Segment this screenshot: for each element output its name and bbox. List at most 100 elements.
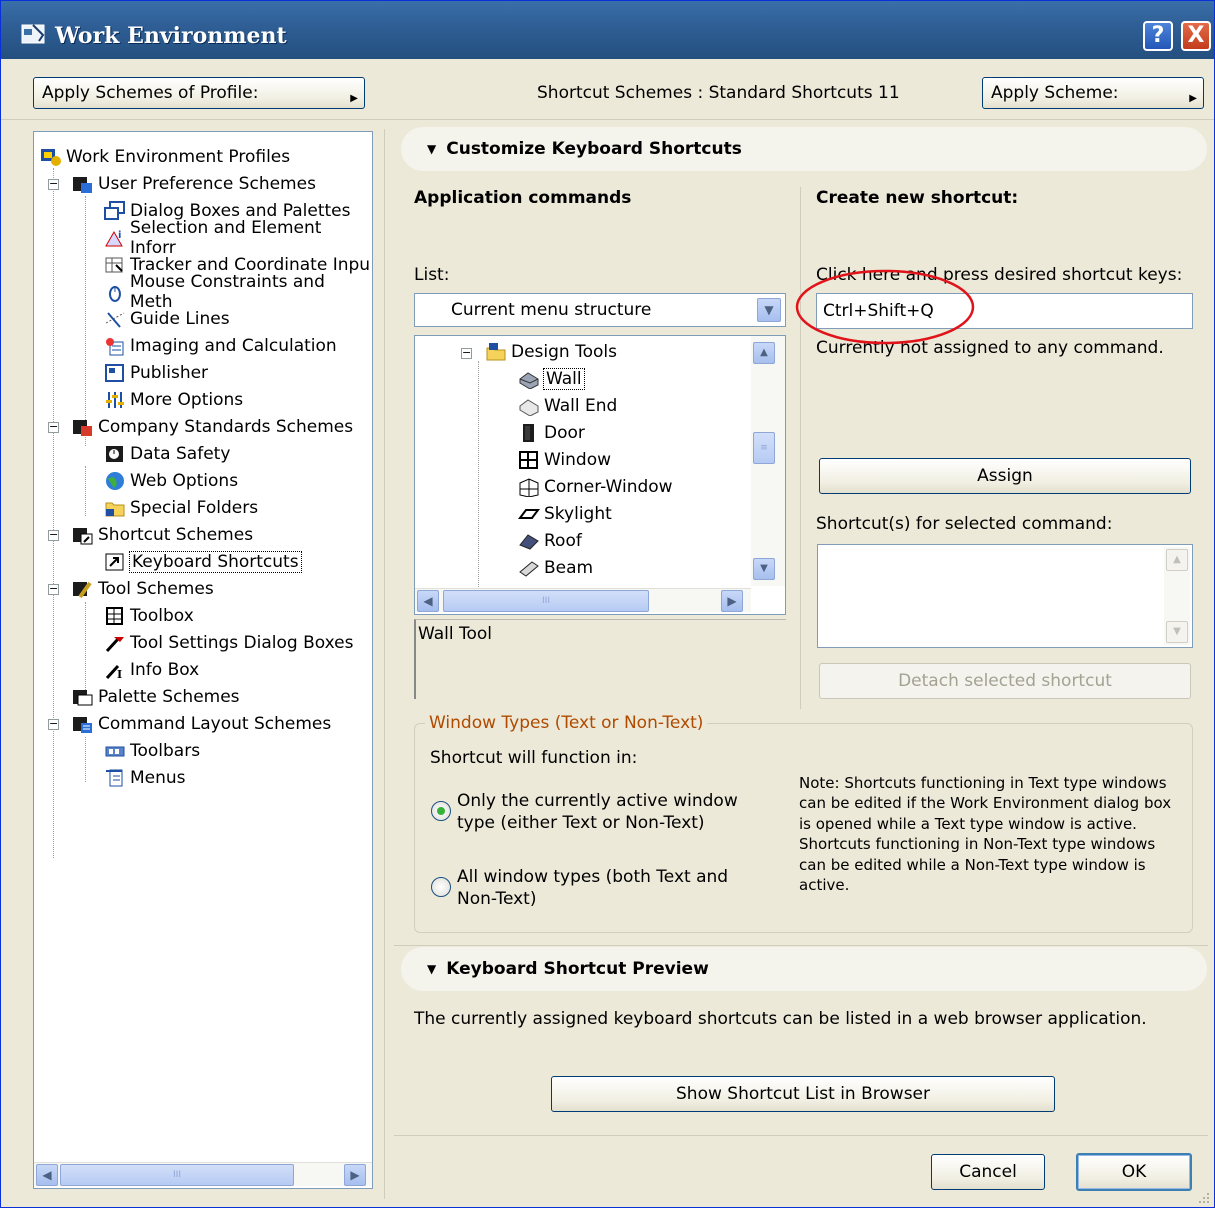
tree-item-menus[interactable]: Menus [104,765,186,791]
scroll-up-icon[interactable]: ▲ [753,342,775,364]
tree-item-palette-schemes[interactable]: Palette Schemes [72,684,240,710]
tree-item-web-options[interactable]: Web Options [104,468,238,494]
help-button[interactable]: ? [1143,21,1173,51]
scroll-thumb[interactable]: III [60,1164,294,1186]
current-scheme-text: Shortcut Schemes : Standard Shortcuts 11 [537,83,900,103]
collapse-toggle[interactable]: − [48,178,59,190]
mouse-icon [108,286,121,302]
close-button[interactable]: X [1181,21,1211,51]
tree-item-keyboard-shortcuts[interactable]: Keyboard Shortcuts [104,549,302,575]
corner-window-icon [519,478,539,497]
footer-separator [394,1135,1208,1136]
tree-item-guide-lines[interactable]: Guide Lines [104,306,230,332]
toolbox-icon [106,607,123,625]
tree-item-user-preference-schemes[interactable]: User Preference Schemes [72,171,316,197]
command-item-wall-end[interactable]: Wall End [518,393,617,419]
tree-horizontal-scrollbar[interactable]: ◀ III ▶ [34,1162,372,1186]
command-horizontal-scrollbar[interactable]: ◀ III ▶ [415,588,751,612]
tree-item-command-layout[interactable]: Command Layout Schemes [72,711,331,737]
tool-scheme-icon [73,581,92,599]
option-all-windows-label[interactable]: All window types (both Text and Non-Text… [457,866,747,910]
scroll-left-icon[interactable]: ◀ [417,590,439,612]
tree-item-toolbox[interactable]: Toolbox [104,603,194,629]
list-vertical-scrollbar[interactable]: ▲ ▼ [1164,547,1190,645]
title-bar[interactable]: Work Environment ? X [1,1,1214,59]
tree-item-imaging[interactable]: Imaging and Calculation [104,333,337,359]
function-label: Shortcut will function in: [430,748,638,768]
radio-all-window-types[interactable] [431,877,451,897]
create-shortcut-heading: Create new shortcut: [816,188,1019,208]
command-item-beam[interactable]: Beam [518,555,593,581]
scheme-folder-icon [73,420,92,436]
tree-item-publisher[interactable]: Publisher [104,360,208,386]
ok-button[interactable]: OK [1076,1153,1192,1191]
scheme-folder-icon [73,177,92,193]
globe-icon [106,472,124,490]
customize-section-header[interactable]: ▼ Customize Keyboard Shortcuts [401,127,1207,171]
command-item-skylight[interactable]: Skylight [518,501,612,527]
tree-item-data-safety[interactable]: Data Safety [104,441,230,467]
tree-item-tool-schemes[interactable]: Tool Schemes [72,576,214,602]
scroll-thumb[interactable]: ≡ [753,432,775,464]
tree-item-info-box[interactable]: I Info Box [104,657,199,683]
command-tree[interactable]: − Design Tools Wall Wall End Door Window… [414,335,786,615]
tree-item-more-options[interactable]: More Options [104,387,243,413]
tree-item-shortcut-schemes[interactable]: Shortcut Schemes [72,522,253,548]
command-item-corner-window[interactable]: Corner-Window [518,474,673,500]
data-safety-icon [106,446,123,462]
detach-shortcut-button[interactable]: Detach selected shortcut [819,663,1191,699]
tree-item-tool-settings[interactable]: Tool Settings Dialog Boxes [104,630,354,656]
command-item-window[interactable]: Window [518,447,611,473]
profiles-tree[interactable]: Work Environment Profiles − User Prefere… [33,131,373,1189]
command-item-design-tools[interactable]: Design Tools [485,339,617,365]
svg-text:I: I [117,668,122,680]
assigned-shortcuts-list[interactable]: ▲ ▼ [817,544,1193,648]
apply-scheme-button[interactable]: Apply Scheme: ▶ [982,77,1204,109]
scroll-thumb[interactable]: III [443,590,649,612]
command-item-roof[interactable]: Roof [518,528,582,554]
info-box-icon: I [105,664,122,680]
collapse-toggle[interactable]: − [48,583,59,595]
collapse-toggle[interactable]: − [48,421,59,433]
guide-lines-icon [105,312,125,328]
scroll-up-icon[interactable]: ▲ [1166,549,1188,571]
assign-button[interactable]: Assign [819,458,1191,494]
show-shortcut-list-button[interactable]: Show Shortcut List in Browser [551,1076,1055,1112]
roof-icon [519,534,539,550]
wall-tool-icon [519,372,539,389]
chevron-down-icon[interactable]: ▼ [757,298,781,322]
menus-icon [106,769,123,787]
app-commands-heading: Application commands [414,188,632,208]
scroll-down-icon[interactable]: ▼ [753,558,775,580]
preview-section-header[interactable]: ▼ Keyboard Shortcut Preview [401,947,1207,991]
preview-description: The currently assigned keyboard shortcut… [414,1009,1147,1029]
scroll-right-icon[interactable]: ▶ [344,1164,366,1186]
tree-item-selection-info[interactable]: i Selection and Element Inforr [104,218,372,258]
tree-item-toolbars[interactable]: Toolbars [104,738,200,764]
collapse-toggle[interactable]: − [48,529,59,541]
scroll-left-icon[interactable]: ◀ [36,1164,58,1186]
collapse-toggle[interactable]: − [461,347,472,359]
tree-item-special-folders[interactable]: Special Folders [104,495,258,521]
scheme-folder-icon [73,528,93,545]
command-item-wall[interactable]: Wall [518,366,585,392]
arrow-right-icon: ▶ [350,93,358,104]
resize-grip-icon[interactable] [1197,1191,1211,1205]
tree-item-work-environment-profiles[interactable]: Work Environment Profiles [40,144,290,170]
option-active-window-label[interactable]: Only the currently active window type (e… [457,790,777,834]
work-environment-dialog: Work Environment ? X Apply Schemes of Pr… [0,0,1215,1208]
command-item-door[interactable]: Door [518,420,585,446]
tree-item-company-standards[interactable]: Company Standards Schemes [72,414,353,440]
radio-active-window-type[interactable] [431,801,451,821]
app-icon [21,24,45,44]
list-select[interactable]: Current menu structure ▼ [414,293,786,327]
command-vertical-scrollbar[interactable]: ▲ ≡ ▼ [751,336,785,586]
apply-profile-button[interactable]: Apply Schemes of Profile: ▶ [33,77,365,109]
publisher-icon [105,364,124,382]
collapse-triangle-icon: ▼ [427,142,437,156]
tree-item-mouse-constraints[interactable]: Mouse Constraints and Meth [104,272,372,312]
scroll-right-icon[interactable]: ▶ [721,590,743,612]
cancel-button[interactable]: Cancel [931,1154,1045,1190]
collapse-toggle[interactable]: − [48,718,59,730]
scroll-down-icon[interactable]: ▼ [1166,621,1188,643]
